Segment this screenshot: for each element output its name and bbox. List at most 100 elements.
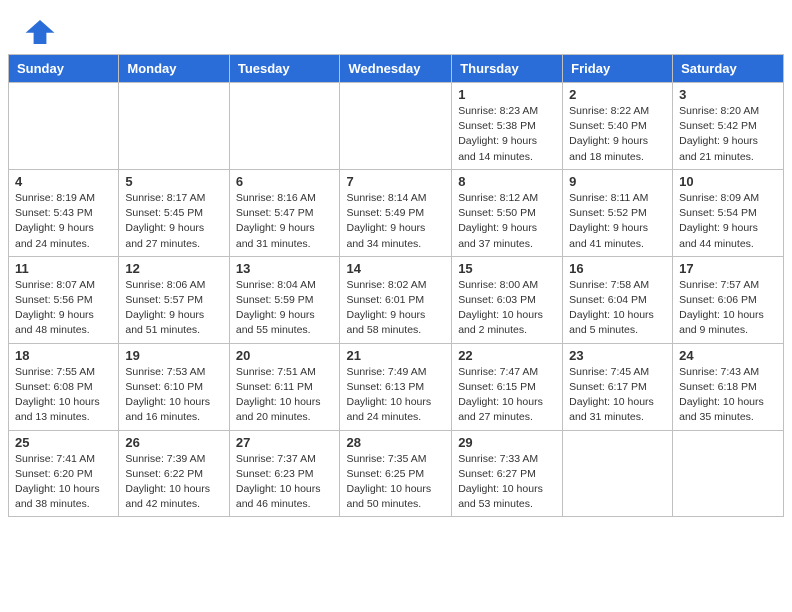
calendar-cell: 24 Sunrise: 7:43 AM Sunset: 6:18 PM Dayli…: [673, 343, 784, 430]
day-info: Sunrise: 7:37 AM Sunset: 6:23 PM Dayligh…: [236, 452, 334, 513]
day-info: Sunrise: 8:14 AM Sunset: 5:49 PM Dayligh…: [346, 191, 445, 252]
day-number: 14: [346, 261, 445, 276]
day-info: Sunrise: 8:07 AM Sunset: 5:56 PM Dayligh…: [15, 278, 112, 339]
calendar-cell: 23 Sunrise: 7:45 AM Sunset: 6:17 PM Dayli…: [563, 343, 673, 430]
calendar-cell: 20 Sunrise: 7:51 AM Sunset: 6:11 PM Dayli…: [229, 343, 340, 430]
day-info: Sunrise: 7:41 AM Sunset: 6:20 PM Dayligh…: [15, 452, 112, 513]
calendar-week-4: 18 Sunrise: 7:55 AM Sunset: 6:08 PM Dayli…: [9, 343, 784, 430]
day-number: 21: [346, 348, 445, 363]
day-info: Sunrise: 8:06 AM Sunset: 5:57 PM Dayligh…: [125, 278, 222, 339]
day-number: 12: [125, 261, 222, 276]
weekday-header-tuesday: Tuesday: [229, 55, 340, 83]
day-number: 22: [458, 348, 556, 363]
weekday-header-sunday: Sunday: [9, 55, 119, 83]
day-number: 29: [458, 435, 556, 450]
day-info: Sunrise: 8:20 AM Sunset: 5:42 PM Dayligh…: [679, 104, 777, 165]
calendar-cell: [9, 83, 119, 170]
weekday-header-friday: Friday: [563, 55, 673, 83]
weekday-header-saturday: Saturday: [673, 55, 784, 83]
calendar-week-5: 25 Sunrise: 7:41 AM Sunset: 6:20 PM Dayli…: [9, 430, 784, 517]
weekday-header-row: SundayMondayTuesdayWednesdayThursdayFrid…: [9, 55, 784, 83]
day-number: 11: [15, 261, 112, 276]
day-number: 15: [458, 261, 556, 276]
day-number: 20: [236, 348, 334, 363]
day-info: Sunrise: 7:55 AM Sunset: 6:08 PM Dayligh…: [15, 365, 112, 426]
day-info: Sunrise: 8:12 AM Sunset: 5:50 PM Dayligh…: [458, 191, 556, 252]
calendar-cell: 3 Sunrise: 8:20 AM Sunset: 5:42 PM Daylig…: [673, 83, 784, 170]
day-info: Sunrise: 8:23 AM Sunset: 5:38 PM Dayligh…: [458, 104, 556, 165]
day-info: Sunrise: 8:16 AM Sunset: 5:47 PM Dayligh…: [236, 191, 334, 252]
day-info: Sunrise: 7:33 AM Sunset: 6:27 PM Dayligh…: [458, 452, 556, 513]
day-number: 27: [236, 435, 334, 450]
calendar-cell: 8 Sunrise: 8:12 AM Sunset: 5:50 PM Daylig…: [452, 169, 563, 256]
day-number: 10: [679, 174, 777, 189]
calendar-cell: 2 Sunrise: 8:22 AM Sunset: 5:40 PM Daylig…: [563, 83, 673, 170]
calendar-cell: [673, 430, 784, 517]
day-info: Sunrise: 8:22 AM Sunset: 5:40 PM Dayligh…: [569, 104, 666, 165]
day-number: 9: [569, 174, 666, 189]
calendar-cell: 27 Sunrise: 7:37 AM Sunset: 6:23 PM Dayli…: [229, 430, 340, 517]
calendar-cell: 14 Sunrise: 8:02 AM Sunset: 6:01 PM Dayli…: [340, 256, 452, 343]
calendar-cell: 1 Sunrise: 8:23 AM Sunset: 5:38 PM Daylig…: [452, 83, 563, 170]
calendar-cell: 17 Sunrise: 7:57 AM Sunset: 6:06 PM Dayli…: [673, 256, 784, 343]
calendar-cell: 15 Sunrise: 8:00 AM Sunset: 6:03 PM Dayli…: [452, 256, 563, 343]
calendar-cell: 18 Sunrise: 7:55 AM Sunset: 6:08 PM Dayli…: [9, 343, 119, 430]
calendar-cell: 7 Sunrise: 8:14 AM Sunset: 5:49 PM Daylig…: [340, 169, 452, 256]
calendar-cell: 16Sunrise: 7:58 AM Sunset: 6:04 PM Dayli…: [563, 256, 673, 343]
day-info: Sunrise: 7:51 AM Sunset: 6:11 PM Dayligh…: [236, 365, 334, 426]
day-info: Sunrise: 8:02 AM Sunset: 6:01 PM Dayligh…: [346, 278, 445, 339]
calendar-wrapper: SundayMondayTuesdayWednesdayThursdayFrid…: [0, 54, 792, 525]
calendar-cell: 26Sunrise: 7:39 AM Sunset: 6:22 PM Dayli…: [119, 430, 229, 517]
day-number: 7: [346, 174, 445, 189]
day-number: 4: [15, 174, 112, 189]
day-info: Sunrise: 8:17 AM Sunset: 5:45 PM Dayligh…: [125, 191, 222, 252]
day-number: 1: [458, 87, 556, 102]
weekday-header-wednesday: Wednesday: [340, 55, 452, 83]
page-header: [0, 0, 792, 54]
day-info: Sunrise: 7:49 AM Sunset: 6:13 PM Dayligh…: [346, 365, 445, 426]
day-number: 8: [458, 174, 556, 189]
day-info: Sunrise: 8:09 AM Sunset: 5:54 PM Dayligh…: [679, 191, 777, 252]
calendar-week-2: 4 Sunrise: 8:19 AM Sunset: 5:43 PM Daylig…: [9, 169, 784, 256]
day-number: 23: [569, 348, 666, 363]
calendar-cell: [229, 83, 340, 170]
calendar-cell: 4 Sunrise: 8:19 AM Sunset: 5:43 PM Daylig…: [9, 169, 119, 256]
day-info: Sunrise: 7:45 AM Sunset: 6:17 PM Dayligh…: [569, 365, 666, 426]
day-info: Sunrise: 7:58 AM Sunset: 6:04 PM Dayligh…: [569, 278, 666, 339]
day-number: 28: [346, 435, 445, 450]
day-info: Sunrise: 7:47 AM Sunset: 6:15 PM Dayligh…: [458, 365, 556, 426]
calendar-cell: 9 Sunrise: 8:11 AM Sunset: 5:52 PM Daylig…: [563, 169, 673, 256]
day-info: Sunrise: 7:35 AM Sunset: 6:25 PM Dayligh…: [346, 452, 445, 513]
day-number: 18: [15, 348, 112, 363]
calendar-cell: [563, 430, 673, 517]
day-info: Sunrise: 8:11 AM Sunset: 5:52 PM Dayligh…: [569, 191, 666, 252]
day-info: Sunrise: 8:04 AM Sunset: 5:59 PM Dayligh…: [236, 278, 334, 339]
day-number: 17: [679, 261, 777, 276]
calendar-cell: 21 Sunrise: 7:49 AM Sunset: 6:13 PM Dayli…: [340, 343, 452, 430]
day-info: Sunrise: 8:00 AM Sunset: 6:03 PM Dayligh…: [458, 278, 556, 339]
day-number: 24: [679, 348, 777, 363]
day-info: Sunrise: 8:19 AM Sunset: 5:43 PM Dayligh…: [15, 191, 112, 252]
day-number: 2: [569, 87, 666, 102]
calendar-cell: [340, 83, 452, 170]
calendar-table: SundayMondayTuesdayWednesdayThursdayFrid…: [8, 54, 784, 517]
generalblue-logo-icon: [24, 18, 56, 46]
day-number: 5: [125, 174, 222, 189]
weekday-header-monday: Monday: [119, 55, 229, 83]
day-number: 3: [679, 87, 777, 102]
calendar-cell: 19Sunrise: 7:53 AM Sunset: 6:10 PM Dayli…: [119, 343, 229, 430]
calendar-week-3: 11 Sunrise: 8:07 AM Sunset: 5:56 PM Dayli…: [9, 256, 784, 343]
day-number: 6: [236, 174, 334, 189]
calendar-cell: 28 Sunrise: 7:35 AM Sunset: 6:25 PM Dayli…: [340, 430, 452, 517]
day-number: 26: [125, 435, 222, 450]
calendar-cell: 13 Sunrise: 8:04 AM Sunset: 5:59 PM Dayli…: [229, 256, 340, 343]
calendar-cell: 6 Sunrise: 8:16 AM Sunset: 5:47 PM Daylig…: [229, 169, 340, 256]
calendar-cell: 29 Sunrise: 7:33 AM Sunset: 6:27 PM Dayli…: [452, 430, 563, 517]
calendar-cell: 10 Sunrise: 8:09 AM Sunset: 5:54 PM Dayli…: [673, 169, 784, 256]
day-info: Sunrise: 7:57 AM Sunset: 6:06 PM Dayligh…: [679, 278, 777, 339]
day-info: Sunrise: 7:43 AM Sunset: 6:18 PM Dayligh…: [679, 365, 777, 426]
calendar-week-1: 1 Sunrise: 8:23 AM Sunset: 5:38 PM Daylig…: [9, 83, 784, 170]
logo: [24, 18, 60, 46]
day-number: 13: [236, 261, 334, 276]
day-number: 25: [15, 435, 112, 450]
